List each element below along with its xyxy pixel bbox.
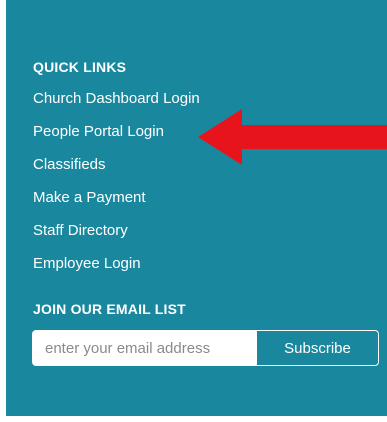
people-portal-login-link[interactable]: People Portal Login	[33, 123, 164, 140]
employee-login-link[interactable]: Employee Login	[33, 255, 141, 272]
subscribe-button[interactable]: Subscribe	[257, 331, 378, 365]
staff-directory-link[interactable]: Staff Directory	[33, 222, 128, 239]
list-item: Make a Payment	[33, 188, 200, 221]
footer-panel: QUICK LINKS Church Dashboard Login Peopl…	[6, 0, 387, 416]
email-input[interactable]	[33, 331, 257, 365]
list-item: Staff Directory	[33, 221, 200, 254]
quick-links-list: Church Dashboard Login People Portal Log…	[33, 89, 200, 287]
quick-links-heading: QUICK LINKS	[33, 59, 127, 75]
email-list-heading: JOIN OUR EMAIL LIST	[33, 301, 186, 317]
email-signup-form: Subscribe	[32, 330, 379, 366]
list-item: People Portal Login	[33, 122, 200, 155]
list-item: Classifieds	[33, 155, 200, 188]
church-dashboard-login-link[interactable]: Church Dashboard Login	[33, 90, 200, 107]
make-a-payment-link[interactable]: Make a Payment	[33, 189, 146, 206]
classifieds-link[interactable]: Classifieds	[33, 156, 106, 173]
red-left-arrow-icon	[198, 109, 387, 165]
list-item: Employee Login	[33, 254, 200, 287]
list-item: Church Dashboard Login	[33, 89, 200, 122]
